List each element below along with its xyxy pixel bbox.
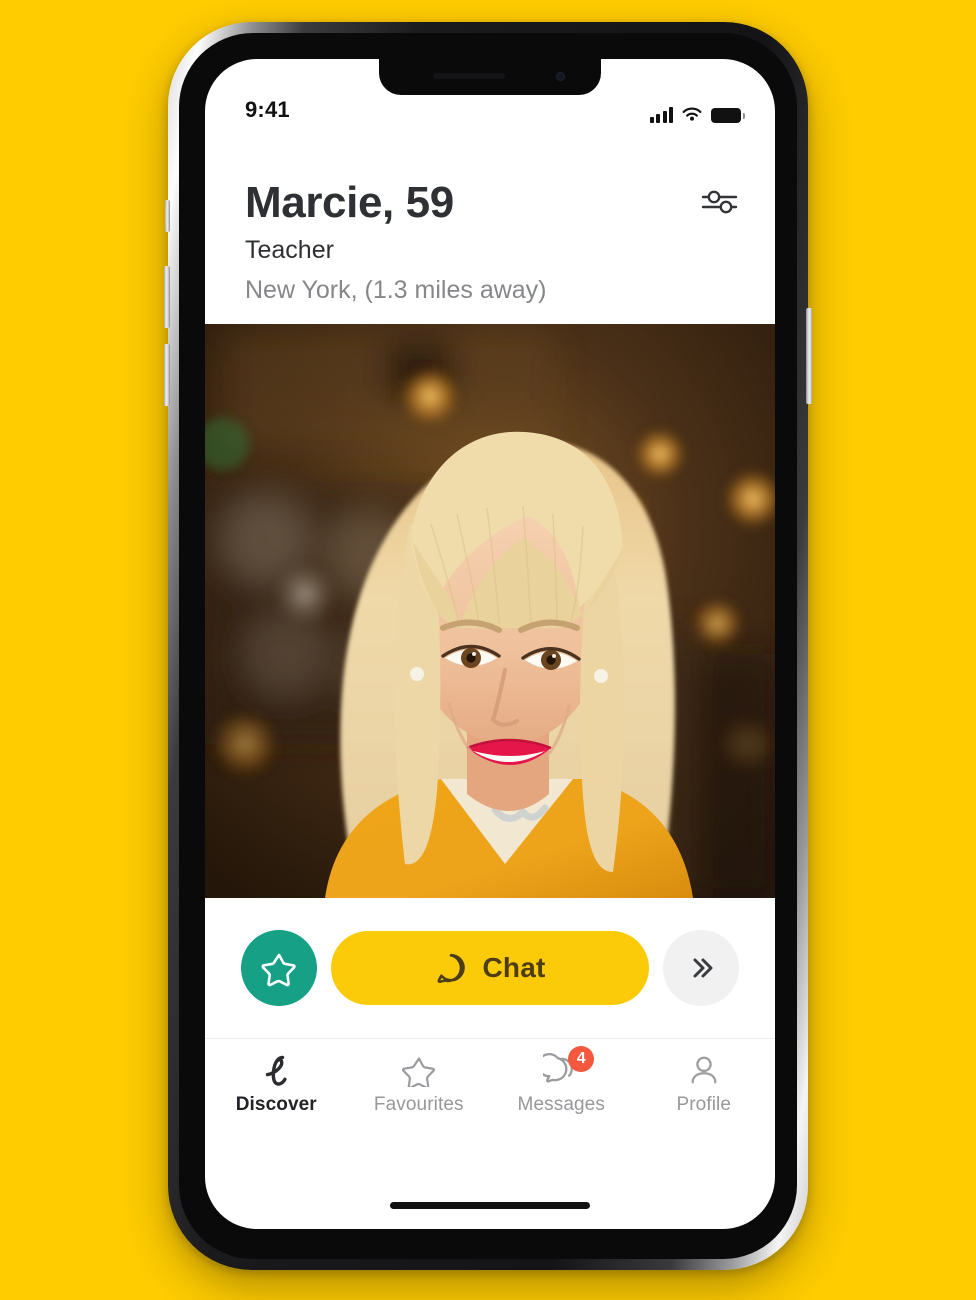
profile-photo[interactable] xyxy=(205,323,775,898)
tab-profile[interactable]: Profile xyxy=(633,1053,776,1116)
phone-device: 9:41 Marcie, 59 Teacher New York, (1.3 m… xyxy=(164,22,812,1270)
device-bezel: 9:41 Marcie, 59 Teacher New York, (1.3 m… xyxy=(179,33,797,1259)
home-indicator[interactable] xyxy=(390,1202,590,1209)
tab-profile-label: Profile xyxy=(676,1093,732,1115)
person-icon xyxy=(688,1053,720,1087)
tab-messages-label: Messages xyxy=(517,1093,605,1115)
action-buttons-row: Chat xyxy=(205,898,775,1038)
battery-icon xyxy=(711,108,745,123)
tab-discover[interactable]: Discover xyxy=(205,1053,348,1116)
volume-up-button[interactable] xyxy=(164,266,170,328)
wifi-icon xyxy=(682,107,702,121)
phone-screen: 9:41 Marcie, 59 Teacher New York, (1.3 m… xyxy=(205,59,775,1229)
chat-button-label: Chat xyxy=(482,951,546,983)
cellular-signal-icon xyxy=(649,107,673,123)
double-chevron-right-icon xyxy=(693,958,713,978)
bottom-navigation: Discover Favourites 4 Messages Profile xyxy=(205,1037,776,1130)
profile-photo-image xyxy=(205,323,775,898)
notch xyxy=(379,59,601,95)
tab-messages[interactable]: 4 Messages xyxy=(490,1045,633,1116)
page-title: Marcie, 59 xyxy=(245,178,454,227)
chat-bubbles-icon: 4 xyxy=(543,1045,595,1087)
earpiece-speaker xyxy=(433,73,505,79)
chat-button[interactable]: Chat xyxy=(331,930,649,1005)
star-icon xyxy=(401,1053,436,1087)
skip-button[interactable] xyxy=(663,929,739,1006)
silent-switch[interactable] xyxy=(165,200,170,232)
power-button[interactable] xyxy=(806,308,812,404)
star-icon xyxy=(261,953,296,986)
profile-location: New York, (1.3 miles away) xyxy=(245,275,547,304)
profile-header: Marcie, 59 Teacher New York, (1.3 miles … xyxy=(205,179,775,305)
filter-sliders-icon xyxy=(701,190,738,214)
profile-occupation: Teacher xyxy=(245,235,334,264)
script-l-logo-icon xyxy=(260,1053,292,1087)
status-icons xyxy=(649,106,745,123)
chat-bubble-icon xyxy=(437,953,466,983)
status-badge: 4 xyxy=(568,1045,595,1072)
tab-favourites[interactable]: Favourites xyxy=(348,1053,491,1116)
tab-discover-label: Discover xyxy=(235,1093,317,1115)
status-time: 9:41 xyxy=(245,97,290,122)
tab-favourites-label: Favourites xyxy=(373,1093,464,1115)
filter-button[interactable] xyxy=(697,179,743,225)
favourite-button[interactable] xyxy=(241,929,317,1006)
volume-down-button[interactable] xyxy=(164,344,170,406)
front-camera-icon xyxy=(556,72,565,81)
